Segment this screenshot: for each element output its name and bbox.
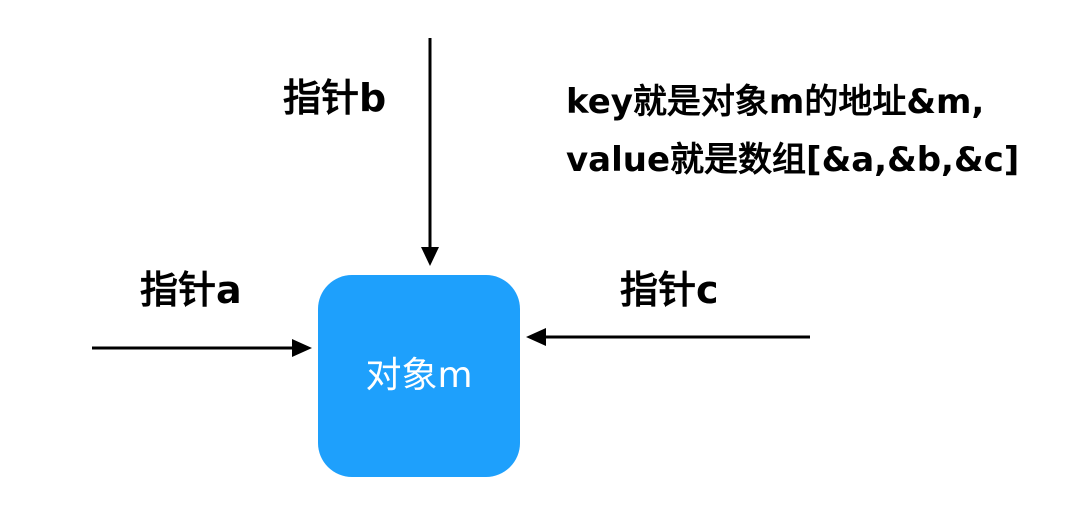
note-value-line: value就是数组[&a,&b,&c]	[566, 140, 1020, 180]
pointer-a-label: 指针a	[140, 268, 242, 312]
note-key-line: key就是对象m的地址&m,	[566, 82, 985, 122]
object-m-label: 对象m	[365, 355, 473, 396]
arrows-layer	[92, 38, 810, 357]
pointer-b-label: 指针b	[283, 76, 387, 120]
arrowhead-pointer-a	[292, 339, 312, 357]
arrowhead-pointer-c	[526, 328, 546, 346]
arrowhead-pointer-b	[421, 247, 439, 266]
pointer-c-label: 指针c	[620, 268, 719, 312]
object-m-box: 对象m	[318, 275, 520, 477]
